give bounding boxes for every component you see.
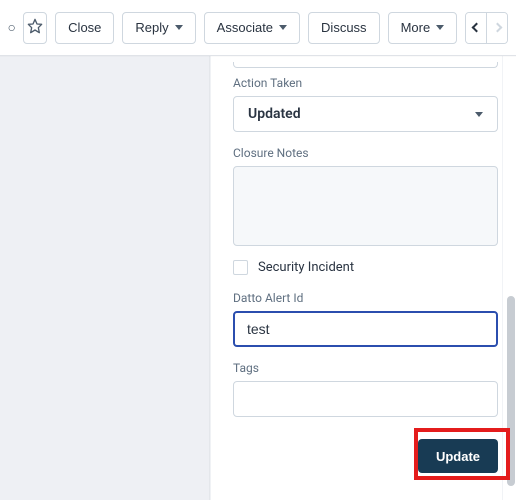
action-taken-label: Action Taken (233, 76, 498, 90)
datto-alert-id-group: Datto Alert Id (233, 291, 498, 347)
more-button[interactable]: More (388, 12, 458, 44)
left-sidebar (0, 56, 210, 500)
close-label: Close (68, 20, 101, 35)
datto-alert-id-input[interactable] (233, 311, 498, 347)
reply-label: Reply (135, 20, 168, 35)
scrollbar-track (502, 56, 516, 500)
chevron-left-icon (471, 23, 481, 33)
star-button[interactable] (23, 12, 47, 44)
toolbar-leading-icon (8, 18, 15, 38)
action-taken-select[interactable]: Updated (233, 96, 498, 132)
tags-input[interactable] (233, 381, 498, 417)
chevron-down-icon (436, 25, 444, 30)
reply-button[interactable]: Reply (122, 12, 195, 44)
closure-notes-label: Closure Notes (233, 146, 498, 160)
content-area: Action Taken Updated Closure Notes Secur… (0, 56, 516, 500)
form-panel: Action Taken Updated Closure Notes Secur… (210, 56, 516, 500)
closure-notes-group: Closure Notes (233, 146, 498, 246)
close-button[interactable]: Close (55, 12, 114, 44)
closure-notes-textarea[interactable] (233, 166, 498, 246)
chevron-down-icon (475, 112, 483, 117)
chevron-right-icon (492, 23, 502, 33)
action-taken-value: Updated (248, 106, 301, 122)
chevron-down-icon (175, 25, 183, 30)
more-label: More (401, 20, 431, 35)
security-incident-checkbox[interactable] (233, 260, 248, 275)
security-incident-row[interactable]: Security Incident (233, 260, 498, 275)
scrollbar-thumb[interactable] (507, 296, 515, 486)
update-button-label: Update (436, 449, 480, 464)
nav-next-button[interactable] (486, 13, 507, 43)
form-footer: Update (233, 431, 498, 473)
nav-group (465, 12, 508, 44)
associate-button[interactable]: Associate (204, 12, 300, 44)
chevron-down-icon (279, 25, 287, 30)
security-incident-label: Security Incident (258, 260, 354, 275)
discuss-button[interactable]: Discuss (308, 12, 380, 44)
toolbar: Close Reply Associate Discuss More (0, 0, 516, 56)
datto-alert-id-label: Datto Alert Id (233, 291, 498, 305)
update-button[interactable]: Update (418, 439, 498, 473)
discuss-label: Discuss (321, 20, 367, 35)
associate-label: Associate (217, 20, 273, 35)
star-icon (27, 18, 43, 37)
nav-prev-button[interactable] (466, 13, 486, 43)
tags-group: Tags (233, 361, 498, 417)
tags-label: Tags (233, 361, 498, 375)
partial-field-above (233, 62, 498, 68)
action-taken-group: Action Taken Updated (233, 76, 498, 132)
